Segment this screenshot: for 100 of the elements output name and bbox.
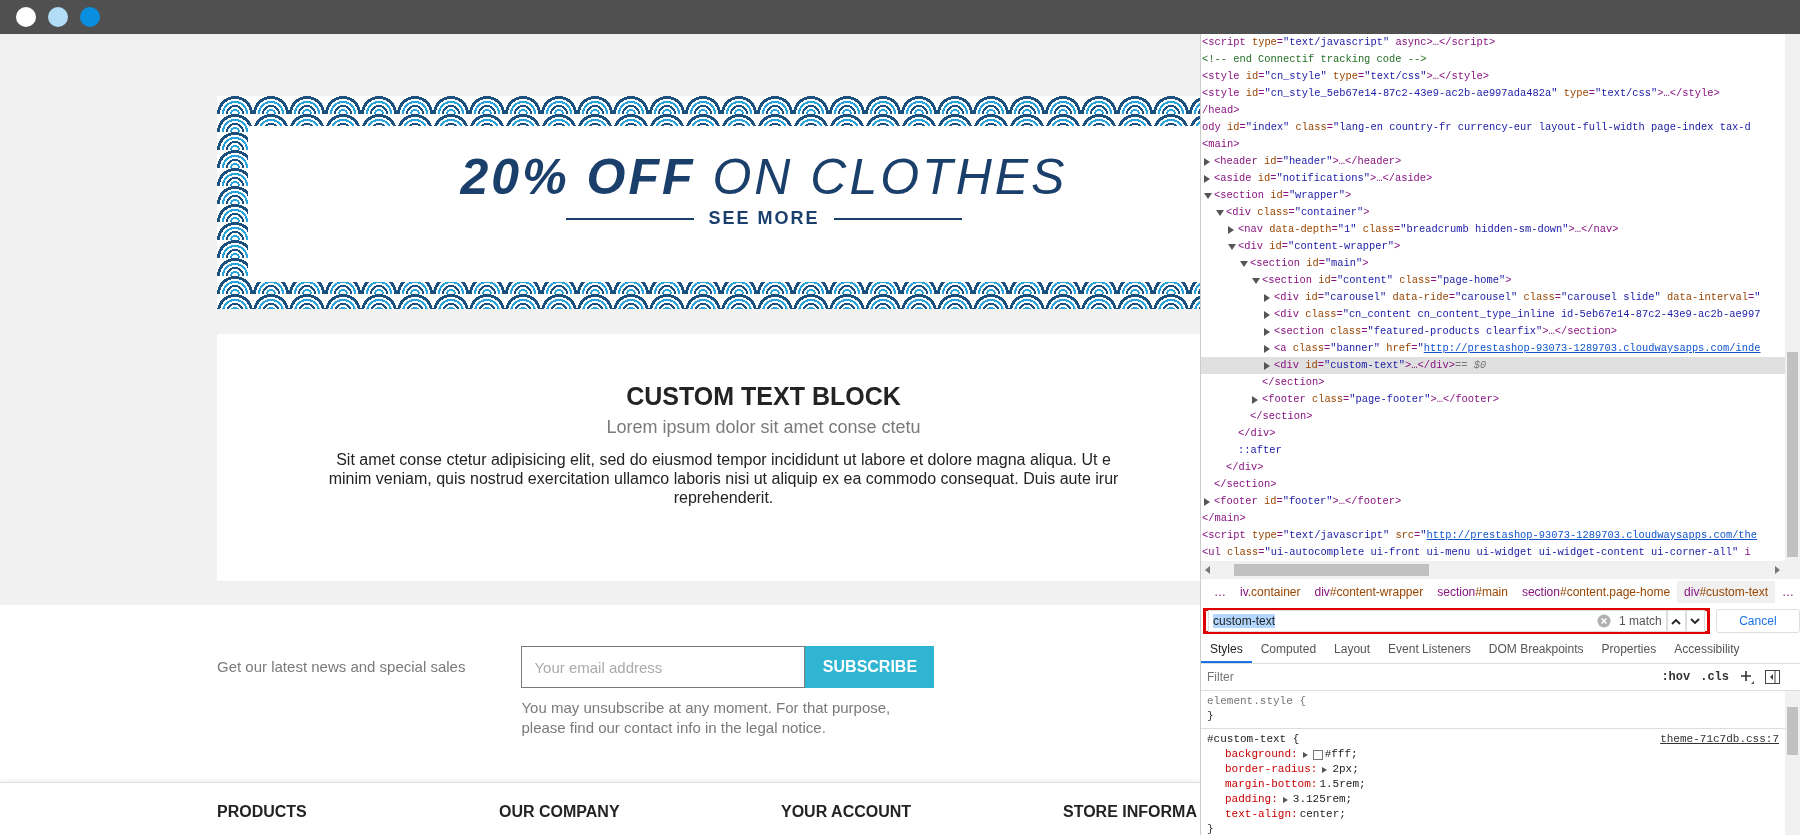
sidebar-toggle-icon[interactable] xyxy=(1765,670,1780,684)
dom-tree-row[interactable]: </main> xyxy=(1201,510,1785,527)
dom-tree-row[interactable]: <style id="cn_style" type="text/css">…</style> xyxy=(1201,68,1785,85)
dom-tree-row[interactable]: <div id="content-wrapper"> xyxy=(1201,238,1785,255)
dom-tree-row[interactable]: </section> xyxy=(1201,374,1785,391)
panel-tab[interactable]: Layout xyxy=(1325,637,1380,663)
caret-icon[interactable] xyxy=(1252,278,1260,284)
footer-heading: STORE INFORMA xyxy=(1063,803,1198,822)
vertical-scrollbar[interactable] xyxy=(1785,691,1800,835)
dom-tree-row[interactable]: <!-- end Connectif tracking code --> xyxy=(1201,51,1785,68)
dom-tree-row[interactable]: <div id="custom-text">…</div>== $0 xyxy=(1201,357,1785,374)
caret-icon[interactable] xyxy=(1264,311,1270,319)
panel-tab[interactable]: Accessibility xyxy=(1665,637,1749,663)
block-paragraph: Sit amet conse ctetur adipisicing elit, sed do eiusmod tempor incididunt ut labore et dolore magna aliqua. Ut e minim veniam, quis nostrud exercitation ullamco laboris nisi ut aliquip ex ea commodo consequat. Duis aute irur reprehenderit. xyxy=(327,450,1120,507)
dom-tree-row[interactable]: <ul class="ui-autocomplete ui-front ui-menu ui-widget ui-widget-content ui-corner-all" i xyxy=(1201,544,1785,561)
caret-icon[interactable] xyxy=(1264,328,1270,336)
email-field[interactable]: Your email address xyxy=(521,646,806,688)
breadcrumb-item[interactable]: iv.container xyxy=(1233,581,1308,603)
panel-tab[interactable]: Event Listeners xyxy=(1379,637,1480,663)
caret-icon[interactable] xyxy=(1302,751,1308,758)
css-selector: #custom-text xyxy=(1207,733,1287,745)
caret-icon[interactable] xyxy=(1322,766,1328,773)
dom-tree-row[interactable]: </div> xyxy=(1201,459,1785,476)
dom-tree-row[interactable]: <style id="cn_style_5eb67e14-87c2-43e9-ac2b-ae997ada482a" type="text/css">…</style> xyxy=(1201,85,1785,102)
panel-tab[interactable]: Properties xyxy=(1592,637,1666,663)
chevron-up-icon xyxy=(1671,617,1682,625)
brace: } xyxy=(1207,709,1215,724)
breadcrumb-item[interactable]: … xyxy=(1775,581,1800,603)
panel-tab[interactable]: Computed xyxy=(1251,637,1326,663)
dom-tree-row[interactable]: <nav data-depth="1" class="breadcrumb hidden-sm-down">…</nav> xyxy=(1201,221,1785,238)
css-selector: element.style xyxy=(1207,695,1293,707)
caret-icon[interactable] xyxy=(1216,210,1224,216)
cancel-button[interactable]: Cancel xyxy=(1715,609,1800,633)
caret-icon[interactable] xyxy=(1240,261,1248,267)
dom-tree-row[interactable]: <section id="content" class="page-home"> xyxy=(1201,272,1785,289)
dom-tree-row[interactable]: <main> xyxy=(1201,136,1785,153)
see-more-link[interactable]: SEE MORE xyxy=(708,208,820,229)
horizontal-scrollbar[interactable] xyxy=(1201,561,1800,579)
breadcrumb-item[interactable]: div#content-wrapper xyxy=(1307,581,1431,603)
dom-tree-row[interactable]: <section id="main"> xyxy=(1201,255,1785,272)
css-property[interactable]: padding: 3.125rem; xyxy=(1207,792,1779,807)
css-property[interactable]: border-radius: 2px; xyxy=(1207,762,1779,777)
dom-tree-row[interactable]: ::after xyxy=(1201,442,1785,459)
panel-tab[interactable]: DOM Breakpoints xyxy=(1479,637,1593,663)
hover-state-toggle[interactable]: :hov xyxy=(1661,670,1691,684)
caret-icon[interactable] xyxy=(1204,158,1210,166)
dom-tree-row[interactable]: </section> xyxy=(1201,476,1785,493)
dom-tree-row[interactable]: <footer id="footer">…</footer> xyxy=(1201,493,1785,510)
dom-tree-row[interactable]: <footer class="page-footer">…</footer> xyxy=(1201,391,1785,408)
dom-tree-row[interactable]: ody id="index" class="lang-en country-fr currency-eur layout-full-width page-index tax-d xyxy=(1201,119,1785,136)
dom-tree-row[interactable]: </div> xyxy=(1201,425,1785,442)
caret-icon[interactable] xyxy=(1228,244,1236,250)
class-toggle[interactable]: .cls xyxy=(1700,670,1729,684)
dom-tree-row[interactable]: <div class="container"> xyxy=(1201,204,1785,221)
window-control-button[interactable] xyxy=(48,7,68,27)
brace: { xyxy=(1292,733,1300,745)
newsletter-note: You may unsubscribe at any moment. For that purpose, please find our contact info in the legal notice. xyxy=(521,698,892,738)
footer-heading: YOUR ACCOUNT xyxy=(781,803,913,822)
dom-tree-row[interactable]: <aside id="notifications">…</aside> xyxy=(1201,170,1785,187)
dom-tree-row[interactable]: <section id="wrapper"> xyxy=(1201,187,1785,204)
dom-tree-row[interactable]: <header id="header">…</header> xyxy=(1201,153,1785,170)
dom-tree-row[interactable]: <div class="cn_content cn_content_type_inline id-5eb67e14-87c2-43e9-ac2b-ae997 xyxy=(1201,306,1785,323)
search-field[interactable]: custom-text 1 match xyxy=(1208,610,1667,632)
caret-icon[interactable] xyxy=(1264,362,1270,370)
promo-banner[interactable]: 20% OFF ON CLOTHES SEE MORE xyxy=(217,96,1200,309)
css-property[interactable]: background: #fff; xyxy=(1207,747,1779,762)
dom-tree-row[interactable]: <div id="carousel" data-ride="carousel" class="carousel slide" data-interval=" xyxy=(1201,289,1785,306)
caret-icon[interactable] xyxy=(1282,796,1288,803)
css-property[interactable]: text-align: center; xyxy=(1207,807,1779,822)
breadcrumb-item[interactable]: section#content.page-home xyxy=(1514,581,1678,603)
block-heading: CUSTOM TEXT BLOCK xyxy=(625,382,902,411)
chevron-down-icon xyxy=(1690,617,1701,625)
caret-icon[interactable] xyxy=(1228,226,1234,234)
window-control-button[interactable] xyxy=(16,7,36,27)
block-subtitle: Lorem ipsum dolor sit amet conse ctetu xyxy=(605,417,922,438)
color-swatch[interactable] xyxy=(1312,749,1323,760)
brace: { xyxy=(1299,695,1307,707)
breadcrumb-item[interactable]: div#custom-text xyxy=(1677,581,1776,603)
add-icon[interactable] xyxy=(1739,669,1755,685)
dom-tree-row[interactable]: <section class="featured-products clearfix">…</section> xyxy=(1201,323,1785,340)
panel-tab[interactable]: Styles xyxy=(1201,637,1252,663)
dom-tree-row[interactable]: /head> xyxy=(1201,102,1785,119)
breadcrumb-item[interactable]: … xyxy=(1207,581,1233,603)
caret-icon[interactable] xyxy=(1204,498,1210,506)
footer-heading: PRODUCTS xyxy=(217,803,308,822)
caret-icon[interactable] xyxy=(1264,294,1270,302)
newsletter-label: Get our latest news and special sales xyxy=(217,658,466,677)
caret-icon[interactable] xyxy=(1204,175,1210,183)
breadcrumb-item[interactable]: section#main xyxy=(1430,581,1515,603)
dom-tree-row[interactable]: <script type="text/javascript" async>…</script> xyxy=(1201,34,1785,51)
dom-tree-row[interactable]: </section> xyxy=(1201,408,1785,425)
match-count: 1 match xyxy=(1619,614,1662,628)
caret-icon[interactable] xyxy=(1204,193,1212,199)
css-property[interactable]: margin-bottom: 1.5rem; xyxy=(1207,777,1779,792)
dom-tree-row[interactable]: <script type="text/javascript" src="http://prestashop-93073-1289703.cloudwaysapps.com/the xyxy=(1201,527,1785,544)
caret-icon[interactable] xyxy=(1252,396,1258,404)
banner-title: 20% OFF ON CLOTHES xyxy=(460,148,1068,206)
source-link[interactable]: theme-71c7db.css:7 xyxy=(1660,732,1779,747)
vertical-scrollbar[interactable] xyxy=(1785,34,1800,561)
footer-heading: OUR COMPANY xyxy=(499,803,621,822)
